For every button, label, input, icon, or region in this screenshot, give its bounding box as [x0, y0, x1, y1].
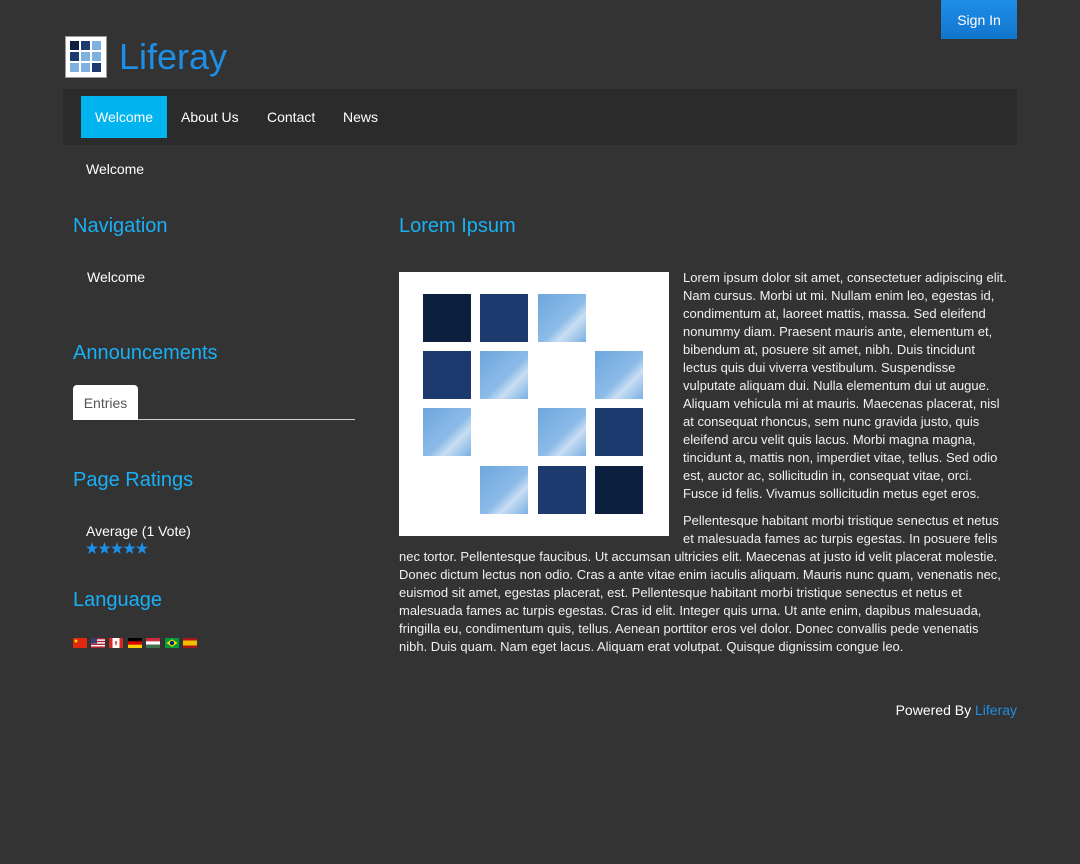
main-navigation: Welcome About Us Contact News	[63, 89, 1017, 145]
star-icon	[86, 542, 98, 554]
rating-summary: Average (1 Vote)	[86, 523, 191, 539]
star-icon	[123, 542, 136, 554]
canada-flag-icon[interactable]	[109, 638, 123, 648]
breadcrumb[interactable]: Welcome	[86, 161, 144, 177]
navigation-portlet-title: Navigation	[73, 215, 168, 237]
nav-item-welcome[interactable]: Welcome	[81, 96, 168, 138]
page-ratings-portlet-title: Page Ratings	[73, 469, 194, 491]
chinese-flag-icon[interactable]	[73, 638, 87, 648]
announcements-portlet-title: Announcements	[73, 342, 218, 364]
brazilian-flag-icon[interactable]	[165, 638, 179, 648]
liferay-logo[interactable]	[65, 36, 107, 78]
footer: Powered By Liferay	[896, 702, 1017, 718]
us-flag-icon[interactable]	[91, 638, 105, 648]
logo-grid-icon	[70, 41, 101, 72]
hungarian-flag-icon[interactable]	[146, 638, 160, 648]
nav-item-contact[interactable]: Contact	[267, 96, 315, 138]
spanish-flag-icon[interactable]	[183, 638, 197, 648]
site-title[interactable]: Liferay	[119, 35, 227, 79]
nav-item-about-us[interactable]: About Us	[181, 96, 239, 138]
sign-in-button[interactable]: Sign In	[941, 0, 1017, 39]
star-icon	[111, 542, 123, 554]
star-icon	[98, 542, 111, 554]
language-portlet-title: Language	[73, 589, 162, 611]
star-rating[interactable]	[86, 542, 148, 556]
tab-entries[interactable]: Entries	[73, 385, 138, 420]
content-title: Lorem Ipsum	[399, 215, 516, 237]
nav-item-news[interactable]: News	[343, 96, 378, 138]
german-flag-icon[interactable]	[128, 638, 142, 648]
star-icon	[136, 542, 148, 554]
footer-liferay-link[interactable]: Liferay	[975, 702, 1017, 718]
navigation-link-welcome[interactable]: Welcome	[87, 269, 145, 285]
article-body: Lorem ipsum dolor sit amet, consectetuer…	[399, 269, 1009, 665]
powered-by-text: Powered By	[895, 702, 972, 718]
